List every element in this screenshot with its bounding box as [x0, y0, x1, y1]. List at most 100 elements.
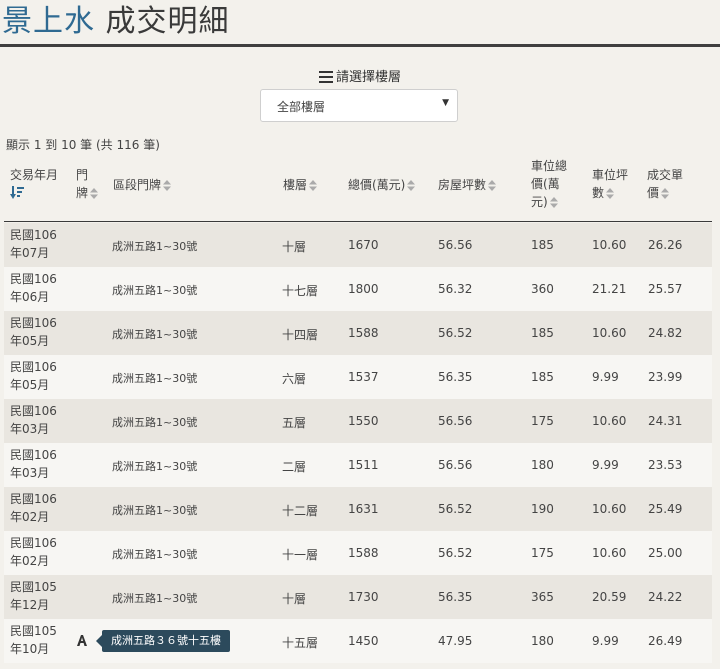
column-header-date[interactable]: 交易年月: [10, 166, 58, 200]
address-cell: 成洲五路1~30號: [112, 284, 198, 297]
total-price-cell: 1550: [348, 414, 379, 428]
parking-price-cell: 185: [531, 238, 554, 252]
address-tooltip: 成洲五路３６號十五樓: [96, 630, 230, 652]
floor-cell: 二層: [282, 460, 307, 474]
sort-icon[interactable]: [549, 197, 558, 208]
transaction-date-line: 民國105: [10, 580, 57, 594]
table-row[interactable]: 民國106 年03月 成洲五路1~30號 五層 1550 56.56 175 10.60 24.…: [4, 399, 712, 443]
transaction-date-line: 年02月: [10, 510, 50, 524]
sort-icon[interactable]: [488, 180, 497, 191]
column-header-floor[interactable]: 樓層: [283, 176, 318, 194]
column-header-label: 價: [647, 186, 660, 200]
floor-filter-text: 請選擇樓層: [335, 70, 401, 85]
unit-price-cell: 23.99: [648, 370, 683, 384]
page-title-suffix: 成交明細: [105, 4, 230, 39]
transaction-date-line: 民國106: [10, 316, 57, 330]
column-header-park[interactable]: 車位總價(萬元): [531, 157, 567, 211]
address-cell: 成洲五路1~30號: [112, 416, 198, 429]
total-price-cell: 1450: [348, 634, 379, 648]
floor-cell: 十一層: [282, 548, 319, 562]
parking-area-cell: 21.21: [592, 282, 627, 296]
transaction-date: 民國106 年03月: [10, 446, 57, 482]
table-row[interactable]: 民國106 年07月 成洲五路1~30號 十層 1670 56.56 185 10.60 26.…: [4, 223, 712, 267]
sort-icon[interactable]: [90, 188, 99, 199]
address-cell: 成洲五路1~30號: [112, 504, 198, 517]
table-row[interactable]: 民國106 年02月 成洲五路1~30號 十一層 1588 56.52 175 10.60 25…: [4, 531, 712, 575]
area-cell: 56.52: [438, 502, 473, 516]
address-cell: 成洲五路1~30號: [112, 328, 198, 341]
dropdown-caret-icon: ▼: [442, 98, 449, 108]
total-price-cell: 1800: [348, 282, 379, 296]
column-header-price[interactable]: 總價(萬元): [348, 176, 416, 194]
sort-icon[interactable]: [661, 188, 670, 199]
table-row[interactable]: 民國106 年05月 成洲五路1~30號 六層 1537 56.35 185 9.99 23.9…: [4, 355, 712, 399]
total-price-cell: 1730: [348, 590, 379, 604]
transaction-date: 民國106 年05月: [10, 358, 57, 394]
column-header-label: 元): [531, 195, 548, 209]
community-name: 景上水: [2, 4, 95, 39]
table-row[interactable]: 民國106 年02月 成洲五路1~30號 十二層 1631 56.52 190 10.60 25…: [4, 487, 712, 531]
column-header-label: 價(萬: [531, 177, 560, 191]
transaction-date-line: 民國106: [10, 228, 57, 242]
column-header-label: 成交單: [647, 168, 684, 182]
parking-area-cell: 9.99: [592, 458, 619, 472]
parking-price-cell: 360: [531, 282, 554, 296]
total-price-cell: 1670: [348, 238, 379, 252]
column-header-addr[interactable]: 區段門牌: [113, 176, 172, 194]
column-header-label: 區段門牌: [113, 178, 162, 192]
area-cell: 56.32: [438, 282, 473, 296]
parking-price-cell: 175: [531, 546, 554, 560]
parking-area-cell: 10.60: [592, 238, 627, 252]
transaction-date: 民國105 年12月: [10, 578, 57, 614]
list-menu-icon: [318, 71, 333, 83]
column-header-parkarea[interactable]: 車位坪數: [592, 166, 628, 202]
column-header-label: 總價(萬元): [348, 178, 406, 192]
parking-price-cell: 190: [531, 502, 554, 516]
area-cell: 56.56: [438, 414, 473, 428]
area-cell: 47.95: [438, 634, 473, 648]
column-header-unit[interactable]: 成交單價: [647, 166, 683, 202]
column-header-label: 車位坪: [592, 168, 629, 182]
total-price-cell: 1588: [348, 546, 379, 560]
transaction-date-line: 民國106: [10, 404, 57, 418]
sort-icon[interactable]: [606, 188, 615, 199]
column-header-area[interactable]: 房屋坪數: [438, 176, 497, 194]
record-count: 顯示 1 到 10 筆 (共 116 筆): [6, 138, 160, 152]
parking-area-cell: 10.60: [592, 546, 627, 560]
transaction-date: 民國106 年06月: [10, 270, 57, 306]
transaction-date-line: 民國106: [10, 360, 57, 374]
area-cell: 56.52: [438, 326, 473, 340]
floor-cell: 六層: [282, 372, 307, 386]
sort-icon[interactable]: [407, 180, 416, 191]
transaction-date-line: 民國106: [10, 492, 57, 506]
transaction-date-line: 年03月: [10, 422, 50, 436]
sort-icon[interactable]: [309, 180, 318, 191]
transaction-date-line: 民國106: [10, 272, 57, 286]
table-row[interactable]: 民國106 年05月 成洲五路1~30號 十四層 1588 56.52 185 10.60 24…: [4, 311, 712, 355]
transaction-date-line: 年05月: [10, 378, 50, 392]
transaction-date-line: 年07月: [10, 246, 50, 260]
table-row[interactable]: 民國106 年06月 成洲五路1~30號 十七層 1800 56.32 360 21.21 25…: [4, 267, 712, 311]
column-header-label: 房屋坪數: [438, 178, 487, 192]
unit-price-cell: 24.22: [648, 590, 683, 604]
page-title: 景上水 成交明細: [2, 0, 230, 40]
door-plate-icon[interactable]: [76, 635, 88, 646]
table-row[interactable]: 民國106 年03月 成洲五路1~30號 二層 1511 56.56 180 9.99 23.5…: [4, 443, 712, 487]
area-cell: 56.35: [438, 370, 473, 384]
parking-area-cell: 9.99: [592, 634, 619, 648]
parking-price-cell: 185: [531, 326, 554, 340]
column-header-door[interactable]: 門牌: [76, 166, 99, 202]
address-cell: 成洲五路1~30號: [112, 460, 198, 473]
transaction-date-line: 年03月: [10, 466, 50, 480]
floor-cell: 五層: [282, 416, 307, 430]
transaction-date-line: 年05月: [10, 334, 50, 348]
sort-desc-icon[interactable]: [10, 186, 24, 200]
column-header-label: 牌: [76, 186, 89, 200]
transaction-date: 民國105 年10月: [10, 622, 57, 658]
table-row[interactable]: 民國105 年12月 成洲五路1~30號 十層 1730 56.35 365 20.59 24.…: [4, 575, 712, 619]
transaction-date: 民國106 年07月: [10, 226, 57, 262]
floor-select[interactable]: 全部樓層 ▼: [260, 89, 458, 122]
column-header-label: 車位總: [531, 159, 568, 173]
sort-icon[interactable]: [163, 180, 172, 191]
transaction-date: 民國106 年02月: [10, 490, 57, 526]
